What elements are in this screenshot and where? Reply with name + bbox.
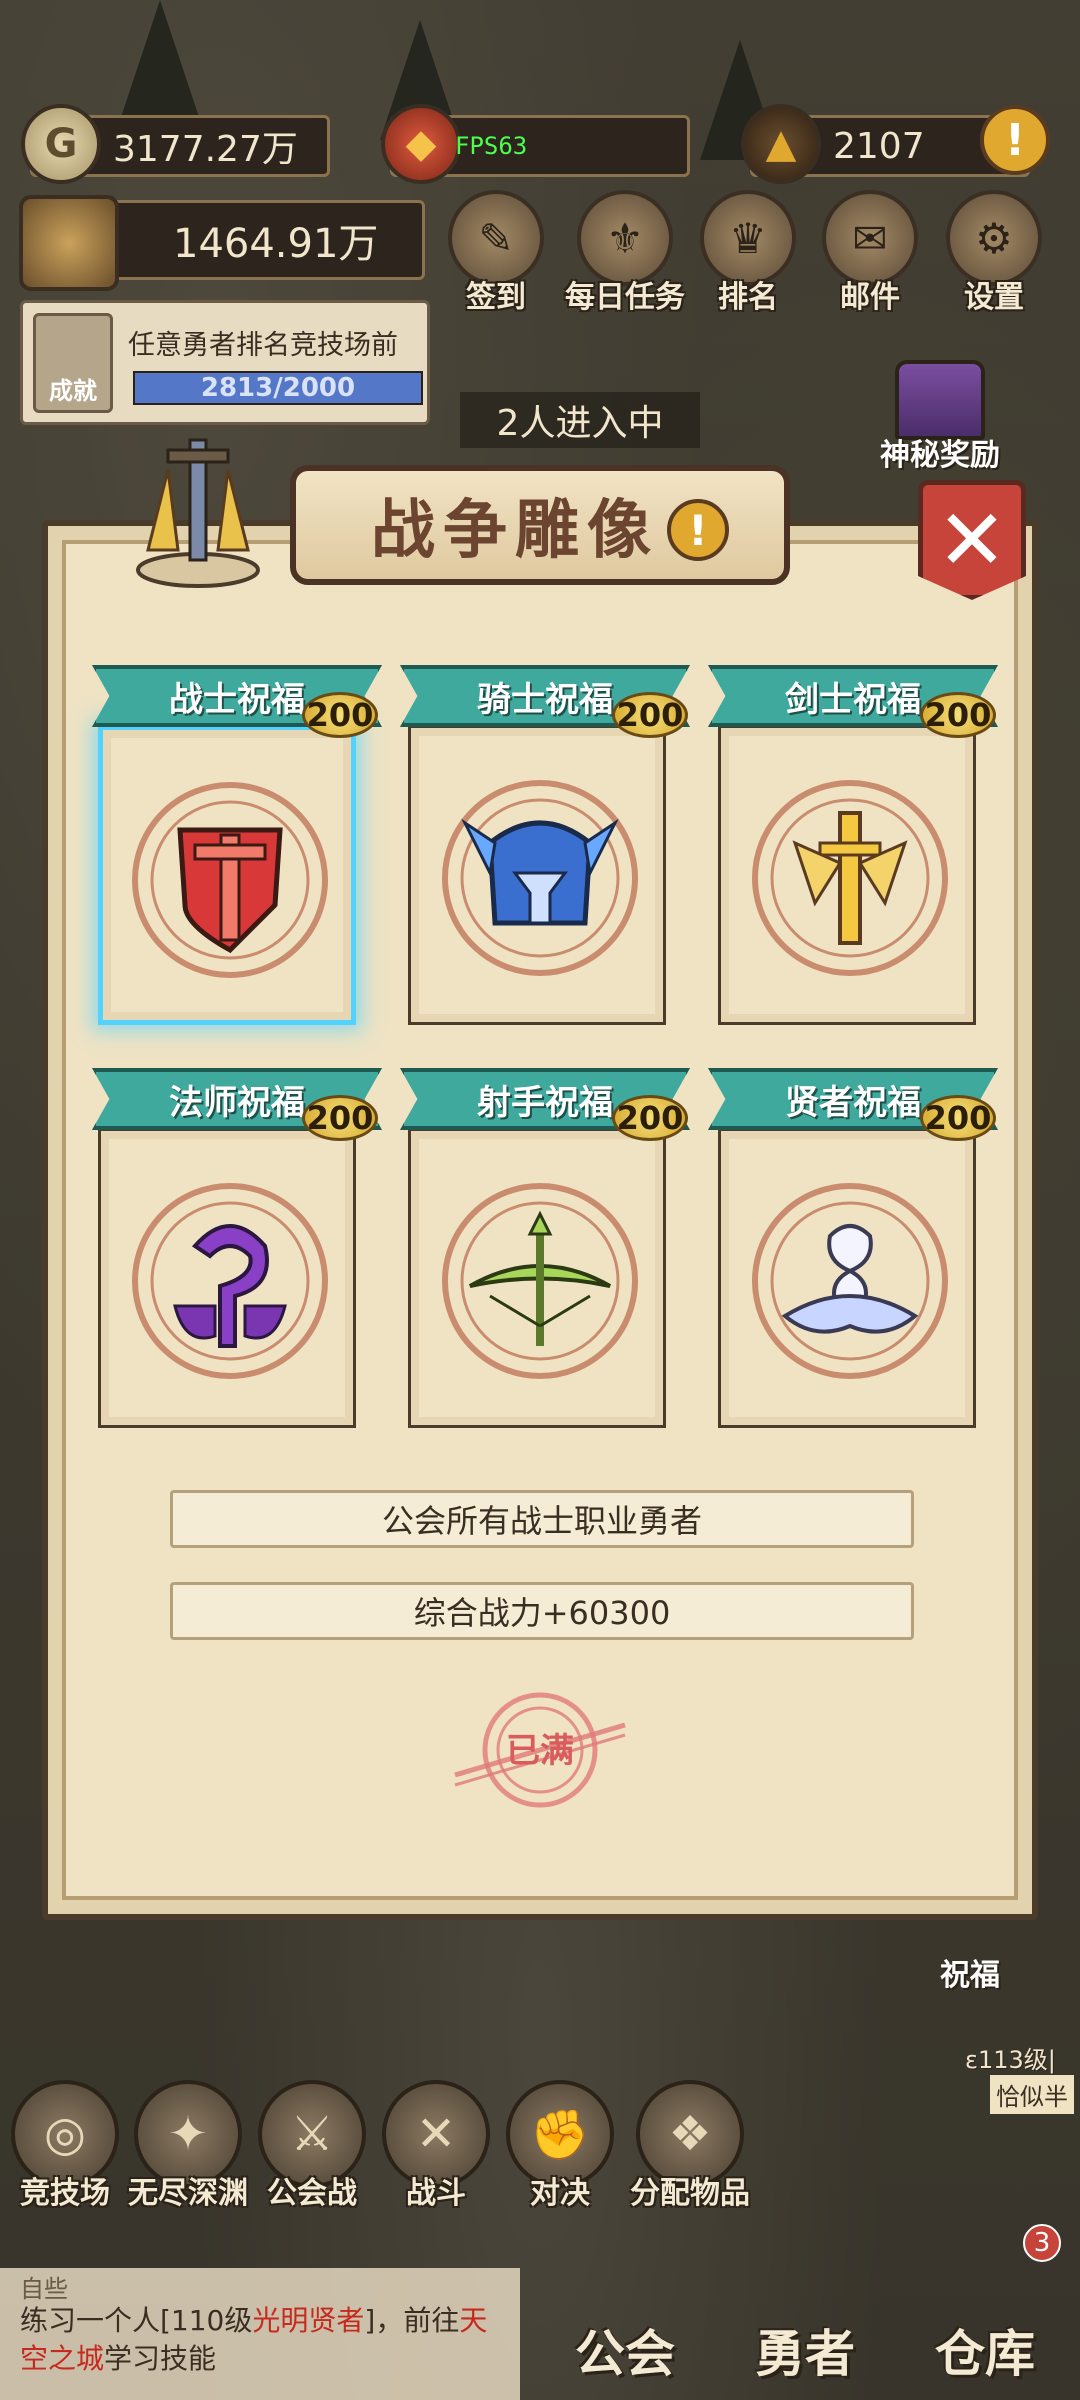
dock-distribute[interactable]: ❖ 分配物品 — [630, 2080, 750, 2212]
dock-battle[interactable]: ✕ 战斗 — [376, 2080, 496, 2212]
dock-label: 竞技场 — [20, 2176, 110, 2211]
dock-label: 战斗 — [406, 2176, 466, 2211]
modal-title-banner: 战争雕像 ! — [216, 465, 864, 585]
level-badge: 200 — [920, 1095, 996, 1141]
sword-icon — [752, 780, 948, 976]
quick-menu-mail[interactable]: ✉ 邮件 — [822, 190, 918, 316]
achievement-label: 成就 — [49, 377, 97, 405]
achievement-task: 任意勇者排名竞技场前 — [128, 330, 398, 361]
stamp-text: 已满 — [506, 1731, 574, 1771]
dock-label: 分配物品 — [630, 2176, 750, 2211]
statue-icon — [136, 438, 260, 588]
dock-arena[interactable]: ◎ 竞技场 — [5, 2080, 125, 2212]
treasure-chest-icon — [895, 360, 985, 440]
gold-coin-icon: G — [21, 104, 101, 184]
side-hint: 恰似半 — [990, 2075, 1074, 2114]
level-badge: 200 — [302, 1095, 378, 1141]
nav-guild[interactable]: 公会 — [545, 2300, 705, 2400]
combat-power-value: 1464.91万 — [173, 221, 379, 267]
dock-abyss[interactable]: ✦ 无尽深渊 — [128, 2080, 248, 2212]
blessing-bonus: 综合战力+60300 — [170, 1582, 914, 1640]
knight-helmet-icon — [442, 780, 638, 976]
modal-title: 战争雕像 — [371, 493, 659, 568]
side-blessing-label[interactable]: 祝福 — [940, 1950, 1000, 1994]
quick-menu-label: 设置 — [964, 280, 1024, 315]
chat-channel: 自些 — [20, 2275, 68, 2303]
medal-counter: ◆ — [381, 104, 690, 184]
quick-menu-signin[interactable]: ✎ 签到 — [448, 190, 544, 316]
warrior-shield-icon — [132, 782, 328, 978]
achievement-progress-bar: 2813/2000 — [133, 371, 423, 405]
chat-line: 练习一个人[110级光明贤者]，前往天 — [20, 2302, 500, 2340]
level-badge: 200 — [920, 692, 996, 738]
nav-warehouse[interactable]: 仓库 — [905, 2300, 1065, 2400]
secret-reward-button[interactable]: 神秘奖励 — [880, 360, 1000, 480]
nav-hero[interactable]: 勇者 — [725, 2300, 885, 2400]
chat-text: 练习一个人[110级 — [20, 2304, 253, 2337]
quick-menu-ranking[interactable]: ♛ 排名 — [700, 190, 796, 316]
dock-guild-war[interactable]: ⚔ 公会战 — [252, 2080, 372, 2212]
quick-menu-label: 邮件 — [840, 280, 900, 315]
quick-menu-label: 排名 — [718, 280, 778, 315]
diamond-value: 2107 — [833, 125, 925, 167]
blessing-card-archer[interactable] — [408, 1128, 666, 1428]
mage-flame-icon — [132, 1183, 328, 1379]
achievement-icon: 成就 — [33, 313, 113, 413]
chat-highlight: 天 — [459, 2304, 488, 2337]
entering-status: 2人进入中 — [460, 392, 700, 448]
dock-label: 无尽深渊 — [128, 2176, 248, 2211]
gold-value: 3177.27万 — [113, 129, 298, 170]
blessing-card-mage[interactable] — [98, 1128, 356, 1428]
chat-highlight: 光明贤者 — [252, 2304, 365, 2337]
blessing-card-sage[interactable] — [718, 1128, 976, 1428]
close-button[interactable]: ✕ — [918, 480, 1026, 600]
combat-power: 1464.91万 — [19, 195, 425, 291]
blessing-target: 公会所有战士职业勇者 — [170, 1490, 914, 1548]
info-icon[interactable]: ! — [667, 499, 729, 561]
quick-menu-label: 签到 — [466, 280, 526, 315]
level-badge: 200 — [612, 1095, 688, 1141]
chat-line: 空之城学习技能 — [20, 2340, 500, 2378]
max-level-stamp: 已满 — [454, 1692, 626, 1808]
fps-counter: FPS63 — [455, 132, 528, 160]
dock-label: 对决 — [530, 2176, 590, 2211]
chat-text: 学习技能 — [104, 2342, 217, 2375]
blessing-card-knight[interactable] — [408, 725, 666, 1025]
dock-label: 公会战 — [267, 2176, 357, 2211]
chat-box[interactable]: 自些 练习一个人[110级光明贤者]，前往天 空之城学习技能 — [0, 2268, 520, 2400]
medal-shield-icon: ◆ — [381, 104, 461, 184]
quick-menu-label: 每日任务 — [565, 280, 685, 315]
achievement-panel[interactable]: 成就 任意勇者排名竞技场前 2813/2000 — [20, 300, 430, 425]
chat-text: ]，前往 — [364, 2304, 460, 2337]
sage-spirit-icon — [752, 1183, 948, 1379]
crossbow-icon — [442, 1183, 638, 1379]
quick-menu-daily[interactable]: ⚜ 每日任务 — [565, 190, 685, 316]
warehouse-badge: 3 — [1023, 2224, 1061, 2262]
gem-icon: ▲ — [741, 104, 821, 184]
achievement-progress-text: 2813/2000 — [200, 373, 356, 403]
alert-icon[interactable]: ! — [980, 105, 1050, 175]
side-level-text: ε113级| — [965, 2046, 1056, 2074]
crest-icon — [19, 195, 119, 291]
gold-counter: G 3177.27万 — [21, 104, 330, 184]
dock-duel[interactable]: ✊ 对决 — [500, 2080, 620, 2212]
quick-menu-settings[interactable]: ⚙ 设置 — [946, 190, 1042, 316]
secret-reward-label: 神秘奖励 — [880, 438, 1000, 473]
level-badge: 200 — [302, 692, 378, 738]
level-badge: 200 — [612, 692, 688, 738]
blessing-card-warrior[interactable] — [98, 725, 356, 1025]
blessing-card-swordsman[interactable] — [718, 725, 976, 1025]
chat-highlight: 空之城 — [20, 2342, 105, 2375]
